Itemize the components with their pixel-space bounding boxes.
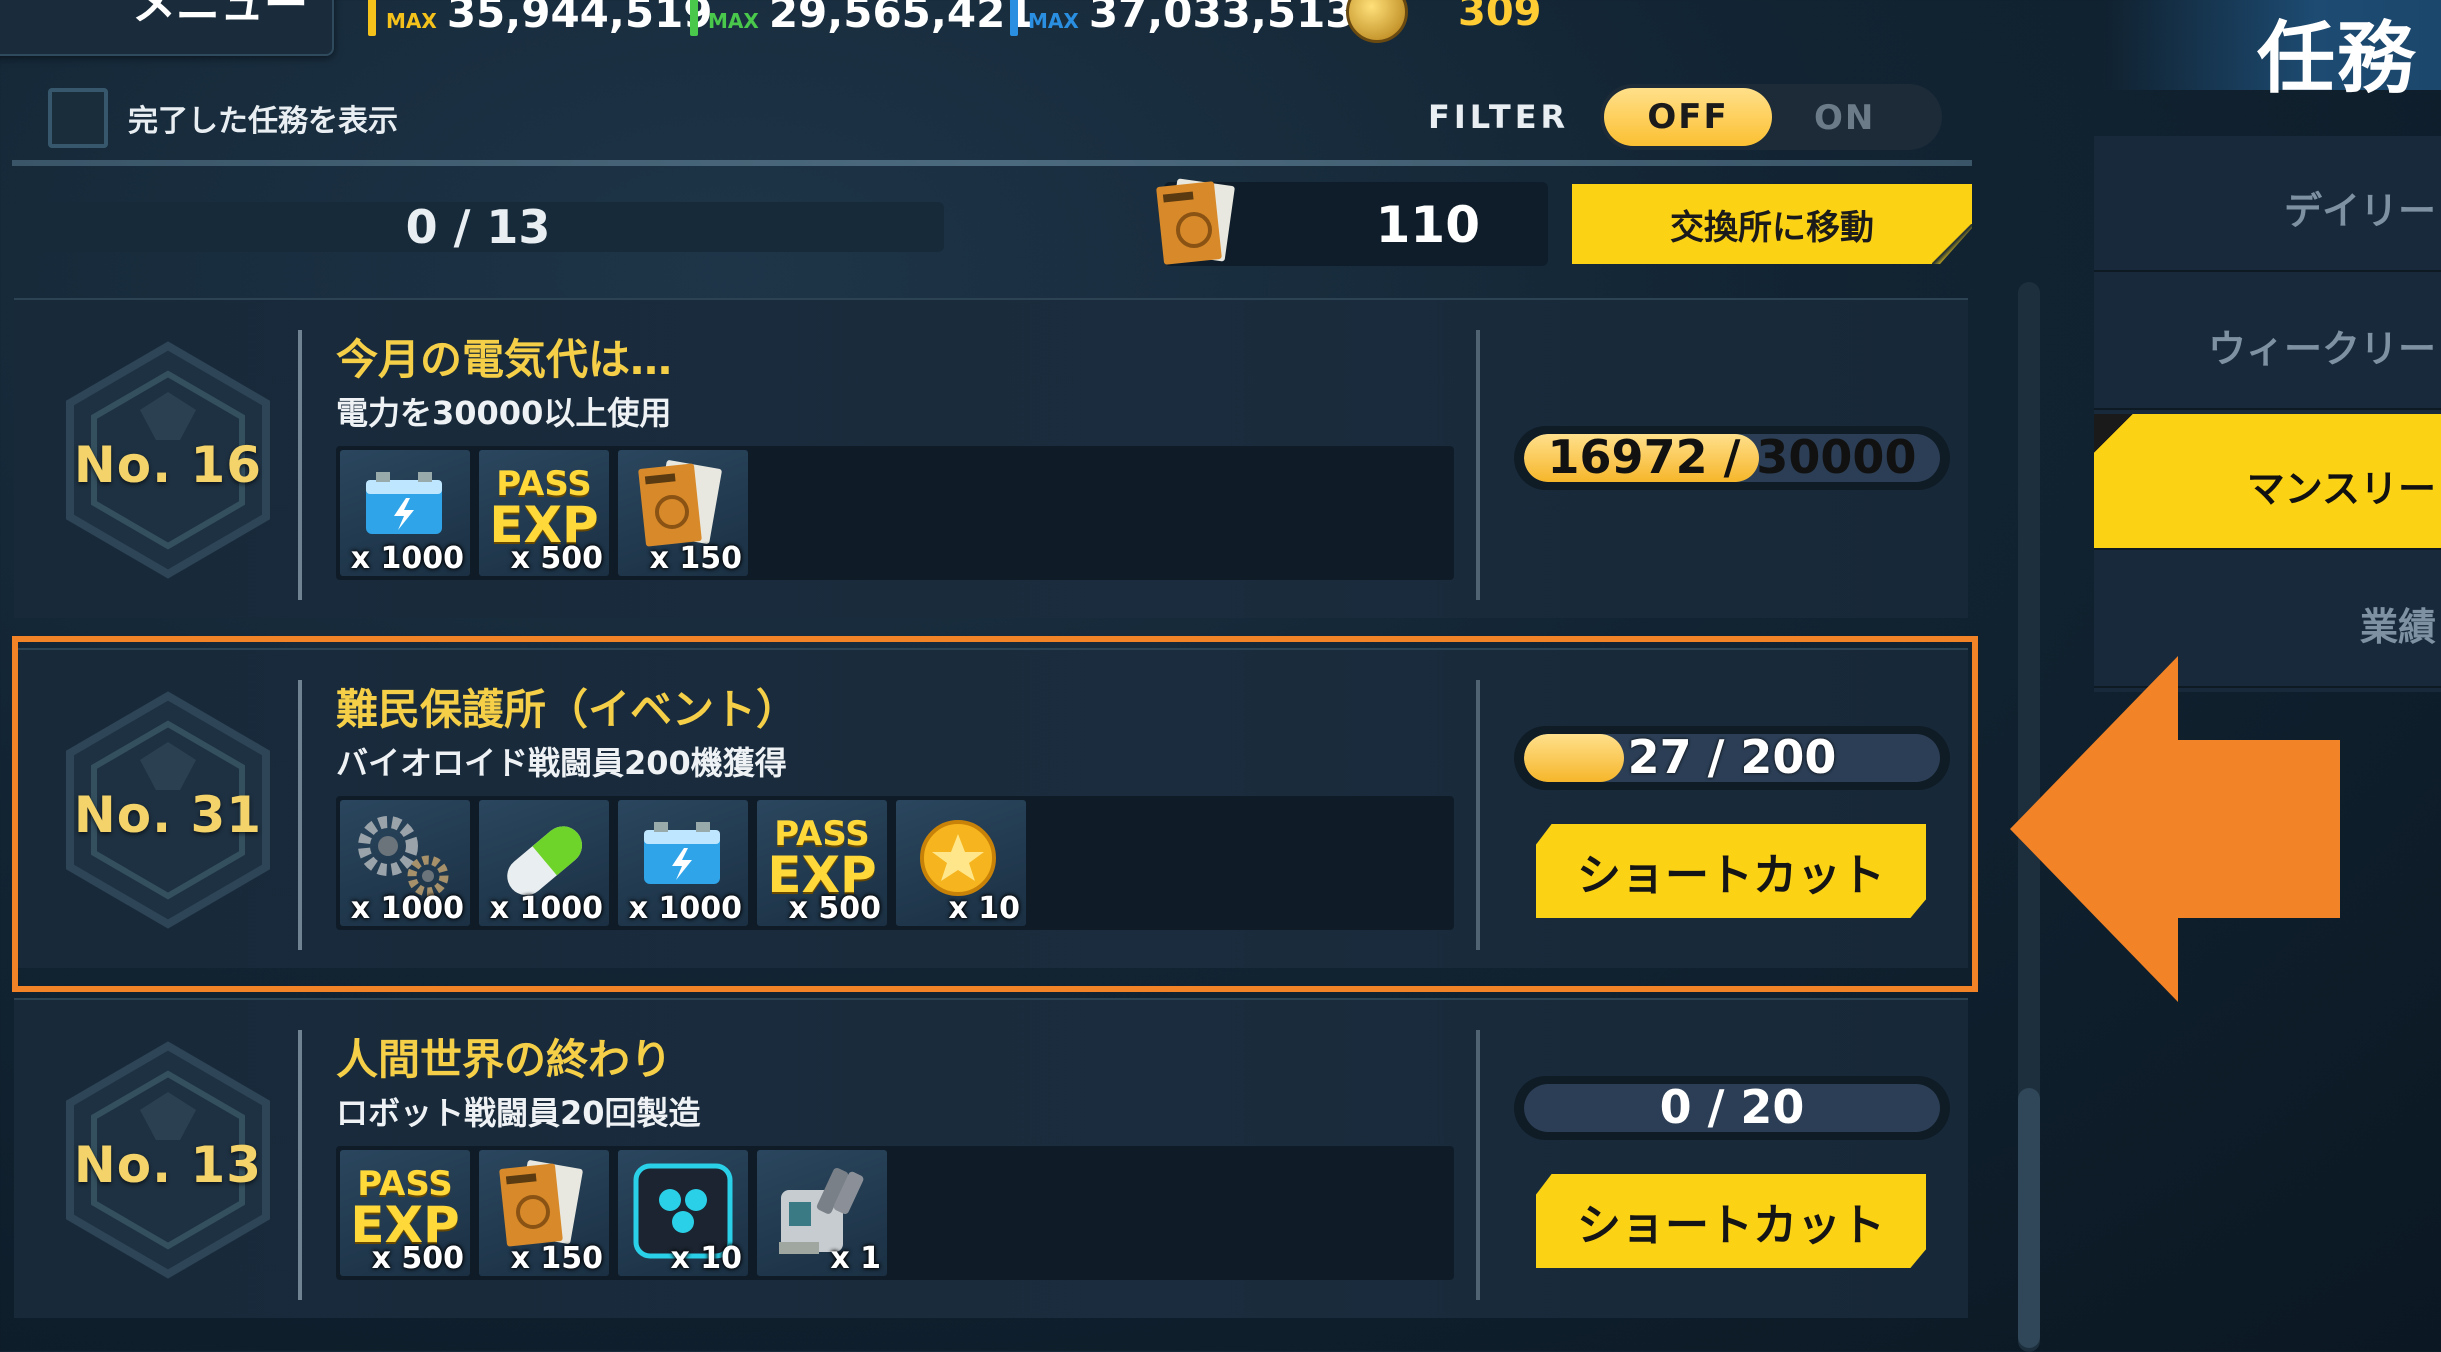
reward-item[interactable]: PASS EXP x 500 [340, 1150, 470, 1276]
mission-progress-text: 0 / 20 [1659, 1080, 1805, 1134]
mission-badge: No. 16 [48, 340, 288, 580]
ticket-count: 110 [1375, 196, 1480, 254]
resource-max-tag: MAX [386, 9, 437, 33]
reward-quantity: x 150 [510, 1241, 603, 1276]
reward-quantity: x 1000 [350, 541, 464, 576]
tab-label: マンスリー [2246, 467, 2436, 511]
mission-progress-bar: 16972 / 30000 [1514, 426, 1950, 490]
divider [1476, 1030, 1480, 1300]
resource-value: 29,565,421 [768, 0, 1035, 37]
mission-progress-bar: 0 / 20 [1514, 1076, 1950, 1140]
resource-max-tag: MAX [708, 9, 759, 33]
resource-value: 35,944,519 [446, 0, 713, 37]
mission-progress-text: 16972 / 30000 [1547, 430, 1917, 484]
coin-value: 309 [1458, 0, 1542, 35]
tab-label: デイリー [2283, 189, 2436, 233]
menu-label: メニュー [132, 0, 308, 30]
shortcut-button[interactable]: ショートカット [1536, 1174, 1926, 1268]
divider [298, 330, 302, 600]
divider [1476, 330, 1480, 600]
divider [298, 1030, 302, 1300]
mission-description: 電力を30000以上使用 [336, 394, 672, 432]
reward-item[interactable]: x 1000 [340, 450, 470, 576]
resource-coins: 309 [1346, 0, 1542, 43]
scrollbar-thumb[interactable] [2018, 1088, 2040, 1348]
mission-card: No. 16 今月の電気代は… 電力を30000以上使用 x 1000 PASS EXP x… [14, 298, 1968, 618]
reward-item[interactable]: x 1 [757, 1150, 887, 1276]
page-title: 任務 [2256, 14, 2417, 104]
menu-button[interactable]: メニュー [0, 0, 334, 56]
coin-icon [1346, 0, 1408, 43]
tab-daily[interactable]: デイリー [2094, 136, 2441, 272]
resource-parts: MAX 35,944,519 [368, 0, 713, 38]
reward-item[interactable]: PASS EXP x 500 [479, 450, 609, 576]
filter-label: FILTER [1428, 98, 1570, 136]
divider [12, 160, 1972, 166]
mission-number: No. 16 [73, 436, 263, 494]
reward-list: PASS EXP x 500 x 150 x 10 x 1 [336, 1146, 1454, 1280]
ticket-icon [1146, 172, 1246, 272]
resource-power: MAX 37,033,513 [1010, 0, 1355, 38]
reward-item[interactable]: x 150 [479, 1150, 609, 1276]
filter-toggle[interactable]: OFF ON [1600, 84, 1942, 150]
reward-quantity: x 500 [510, 541, 603, 576]
mission-number: No. 13 [73, 1136, 263, 1194]
highlight-box [12, 636, 1978, 992]
total-progress-text: 0 / 13 [405, 200, 551, 254]
reward-quantity: x 500 [371, 1241, 464, 1276]
go-to-exchange-button[interactable]: 交換所に移動 [1572, 184, 1972, 264]
mission-badge: No. 13 [48, 1040, 288, 1280]
reward-list: x 1000 PASS EXP x 500 x 150 [336, 446, 1454, 580]
mission-description: ロボット戦闘員20回製造 [336, 1094, 701, 1132]
tab-weekly[interactable]: ウィークリー [2094, 274, 2441, 410]
reward-quantity: x 1 [830, 1241, 881, 1276]
reward-quantity: x 10 [670, 1241, 742, 1276]
nutrient-icon [690, 0, 698, 36]
tab-label: 業績 [2359, 605, 2436, 649]
resource-nutrient: MAX 29,565,421 [690, 0, 1035, 38]
mission-title: 今月の電気代は… [336, 335, 673, 384]
filter-on-option[interactable]: ON [1814, 98, 1875, 138]
filter-off-option[interactable]: OFF [1604, 88, 1772, 146]
show-completed-label: 完了した任務を表示 [128, 104, 398, 139]
reward-quantity: x 150 [649, 541, 742, 576]
reward-item[interactable]: x 10 [618, 1150, 748, 1276]
tab-monthly[interactable]: マンスリー [2094, 414, 2441, 550]
resource-max-tag: MAX [1028, 9, 1079, 33]
mission-card: No. 13 人間世界の終わり ロボット戦闘員20回製造 PASS EXP x 500 x … [14, 998, 1968, 1318]
mission-title: 人間世界の終わり [336, 1035, 673, 1084]
parts-icon [368, 0, 376, 36]
power-icon [1010, 0, 1018, 36]
resource-value: 37,033,513 [1088, 0, 1355, 37]
reward-item[interactable]: x 150 [618, 450, 748, 576]
tab-label: ウィークリー [2207, 327, 2436, 371]
show-completed-checkbox[interactable] [48, 88, 108, 148]
pointer-arrow-icon [2010, 656, 2350, 1006]
